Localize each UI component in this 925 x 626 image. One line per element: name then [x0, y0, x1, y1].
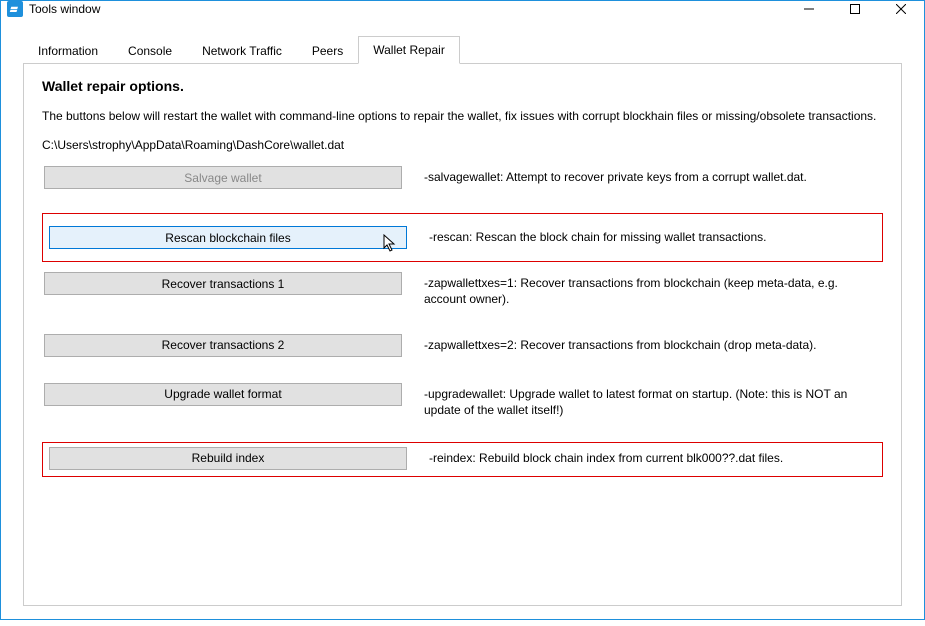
- option-rebuild: Rebuild index -reindex: Rebuild block ch…: [42, 442, 883, 477]
- rebuild-index-button[interactable]: Rebuild index: [49, 447, 407, 470]
- wallet-repair-panel: Wallet repair options. The buttons below…: [23, 64, 902, 606]
- option-salvage-wallet: Salvage wallet -salvagewallet: Attempt t…: [42, 164, 883, 191]
- option-recover-1: Recover transactions 1 -zapwallettxes=1:…: [42, 270, 883, 309]
- wallet-path: C:\Users\strophy\AppData\Roaming\DashCor…: [42, 138, 883, 152]
- window-controls: [786, 1, 924, 17]
- maximize-button[interactable]: [832, 1, 878, 17]
- tabs: Information Console Network Traffic Peer…: [23, 35, 902, 64]
- tab-peers[interactable]: Peers: [297, 37, 358, 64]
- window-title: Tools window: [29, 2, 786, 16]
- option-recover-2: Recover transactions 2 -zapwallettxes=2:…: [42, 332, 883, 359]
- upgrade-wallet-button[interactable]: Upgrade wallet format: [44, 383, 402, 406]
- close-button[interactable]: [878, 1, 924, 17]
- tab-console[interactable]: Console: [113, 37, 187, 64]
- tab-wallet-repair[interactable]: Wallet Repair: [358, 36, 460, 64]
- rebuild-index-desc: -reindex: Rebuild block chain index from…: [429, 447, 783, 466]
- recover-transactions-2-desc: -zapwallettxes=2: Recover transactions f…: [424, 334, 817, 353]
- upgrade-wallet-desc: -upgradewallet: Upgrade wallet to latest…: [424, 383, 881, 418]
- app-icon: [7, 1, 23, 17]
- recover-transactions-1-button[interactable]: Recover transactions 1: [44, 272, 402, 295]
- recover-transactions-2-button[interactable]: Recover transactions 2: [44, 334, 402, 357]
- panel-heading: Wallet repair options.: [42, 78, 883, 94]
- minimize-button[interactable]: [786, 1, 832, 17]
- titlebar: Tools window: [1, 1, 924, 17]
- option-upgrade: Upgrade wallet format -upgradewallet: Up…: [42, 381, 883, 420]
- rescan-desc: -rescan: Rescan the block chain for miss…: [429, 226, 766, 245]
- panel-intro: The buttons below will restart the walle…: [42, 108, 883, 124]
- rescan-button[interactable]: Rescan blockchain files: [49, 226, 407, 249]
- tab-information[interactable]: Information: [23, 37, 113, 64]
- tools-window: Tools window Information Console Network…: [0, 0, 925, 620]
- option-rescan: Rescan blockchain files -rescan: Rescan …: [42, 213, 883, 262]
- recover-transactions-1-desc: -zapwallettxes=1: Recover transactions f…: [424, 272, 881, 307]
- tab-network-traffic[interactable]: Network Traffic: [187, 37, 297, 64]
- salvage-wallet-desc: -salvagewallet: Attempt to recover priva…: [424, 166, 807, 185]
- content-area: Information Console Network Traffic Peer…: [1, 17, 924, 626]
- salvage-wallet-button: Salvage wallet: [44, 166, 402, 189]
